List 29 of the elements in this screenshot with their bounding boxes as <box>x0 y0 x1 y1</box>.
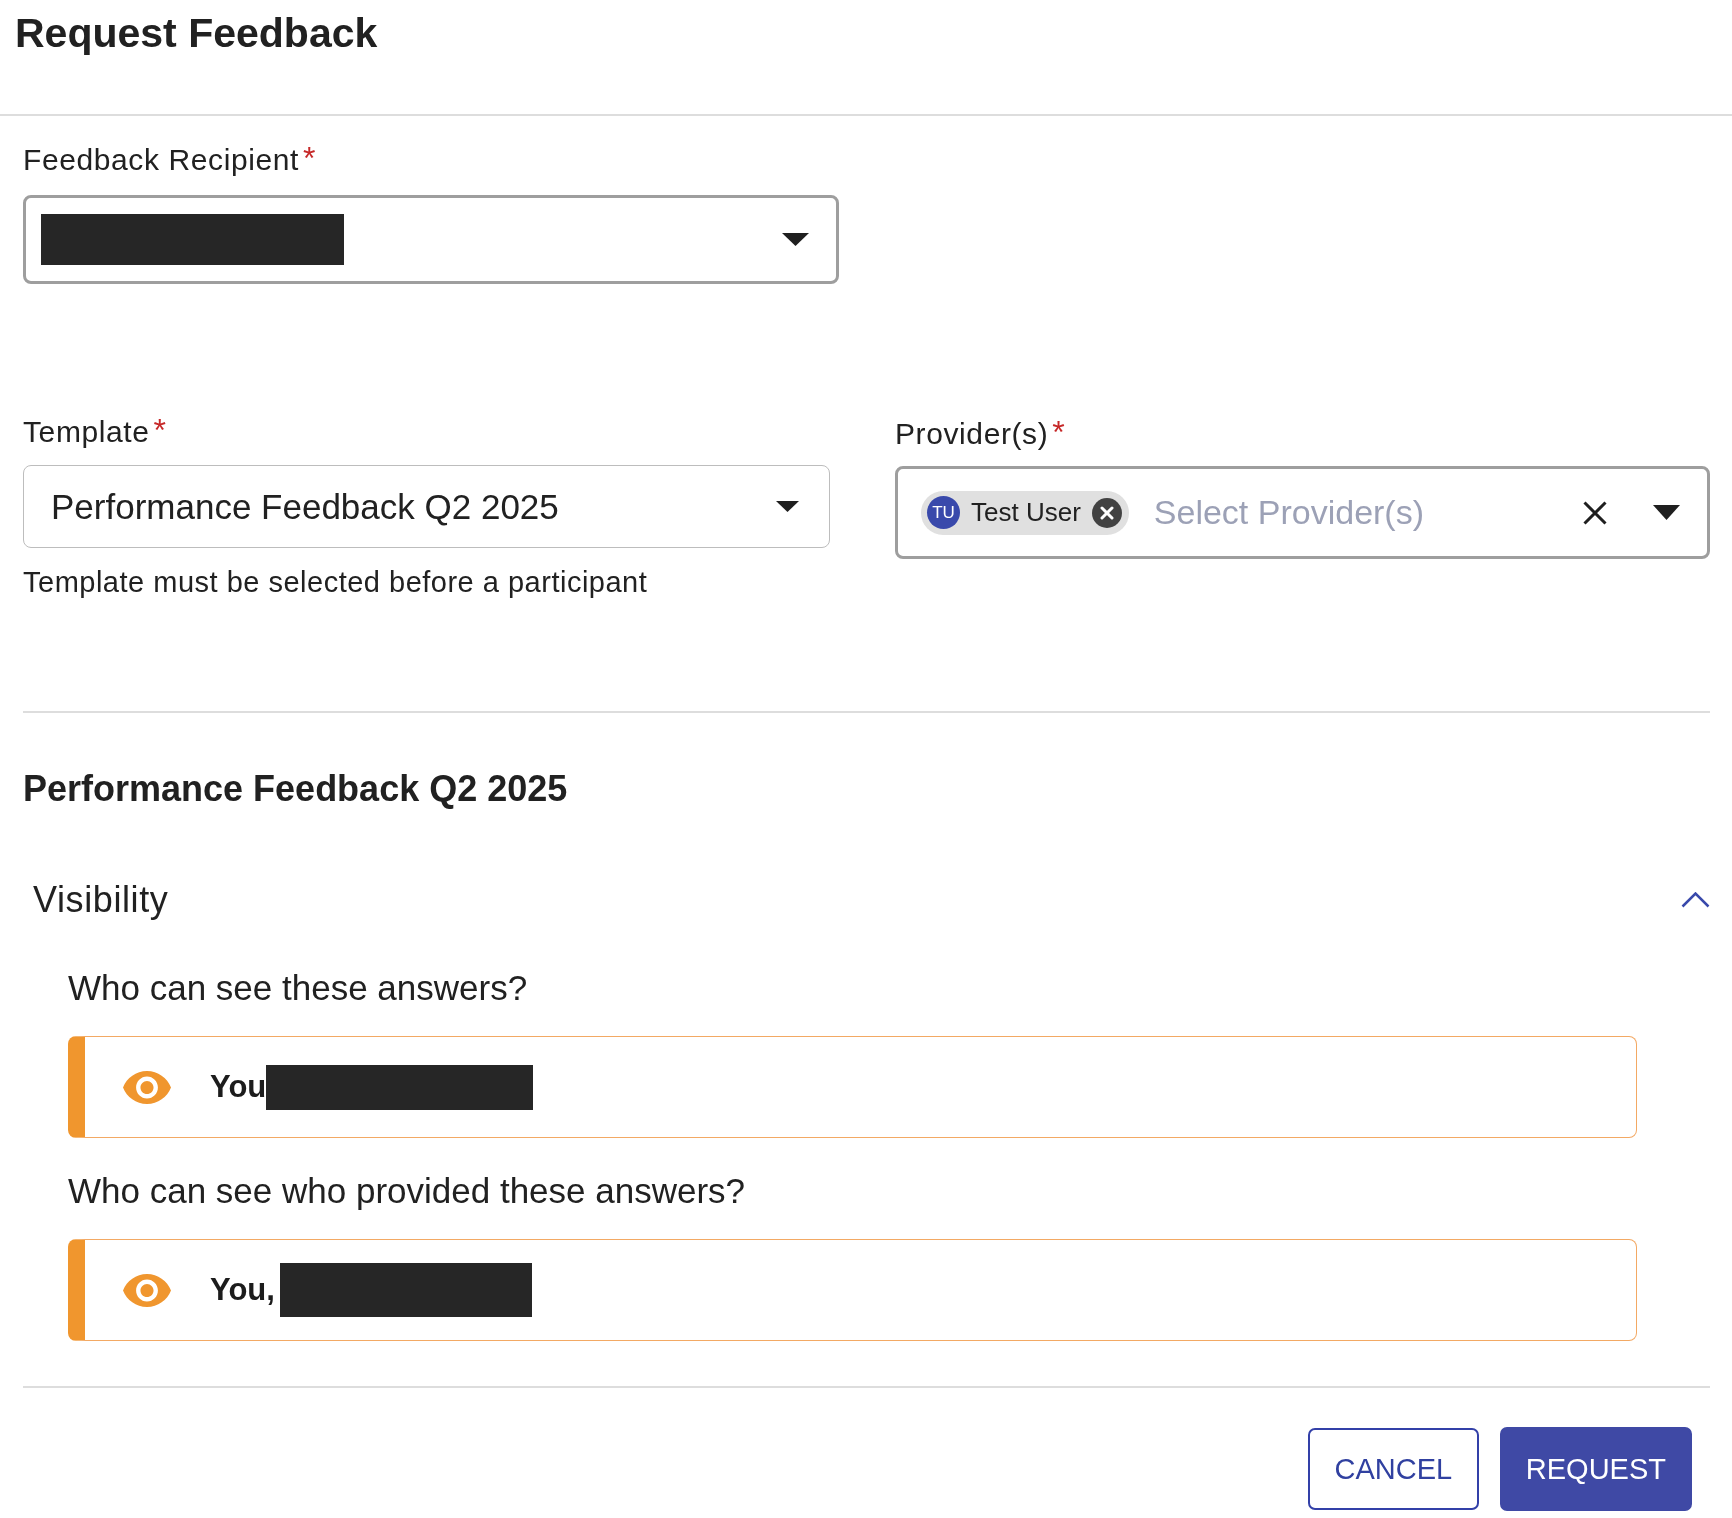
required-asterisk: * <box>302 142 316 174</box>
field-label: Provider(s) <box>895 416 1049 452</box>
recipient-select[interactable] <box>23 195 839 284</box>
request-button[interactable]: REQUEST <box>1499 1427 1692 1511</box>
question-text: Who can see who provided these answers? <box>68 1170 747 1212</box>
providers-select[interactable]: TU Test User Select Provider(s) <box>895 466 1710 559</box>
caret-icon[interactable] <box>776 501 799 512</box>
question-text: Who can see these answers? <box>68 967 529 1009</box>
cancel-button[interactable]: CANCEL <box>1307 1428 1479 1510</box>
provider-chip[interactable]: TU Test User <box>921 490 1129 535</box>
chevron-up-icon[interactable] <box>1681 892 1710 908</box>
field-label: Template <box>23 414 150 450</box>
accordion-title: Visibility <box>33 878 169 922</box>
audience-text: You <box>210 1069 267 1105</box>
caret-icon[interactable] <box>1653 505 1680 520</box>
template-select[interactable]: Performance Feedback Q2 2025 <box>23 465 830 548</box>
helper-text: Template must be selected before a participant <box>23 565 649 600</box>
required-asterisk: * <box>153 414 166 446</box>
clear-icon[interactable] <box>1583 500 1607 525</box>
dialog-title: Request Feedback <box>15 9 379 58</box>
audience-text: You, <box>210 1272 275 1308</box>
field-label: Feedback Recipient <box>23 142 299 178</box>
user-avatar: TU <box>927 496 960 529</box>
eye-icon <box>123 1070 171 1104</box>
required-asterisk: * <box>1052 416 1065 448</box>
section-title: Performance Feedback Q2 2025 <box>23 767 569 811</box>
eye-icon <box>123 1273 171 1307</box>
caret-icon[interactable] <box>782 233 809 246</box>
remove-icon[interactable] <box>1091 497 1122 528</box>
